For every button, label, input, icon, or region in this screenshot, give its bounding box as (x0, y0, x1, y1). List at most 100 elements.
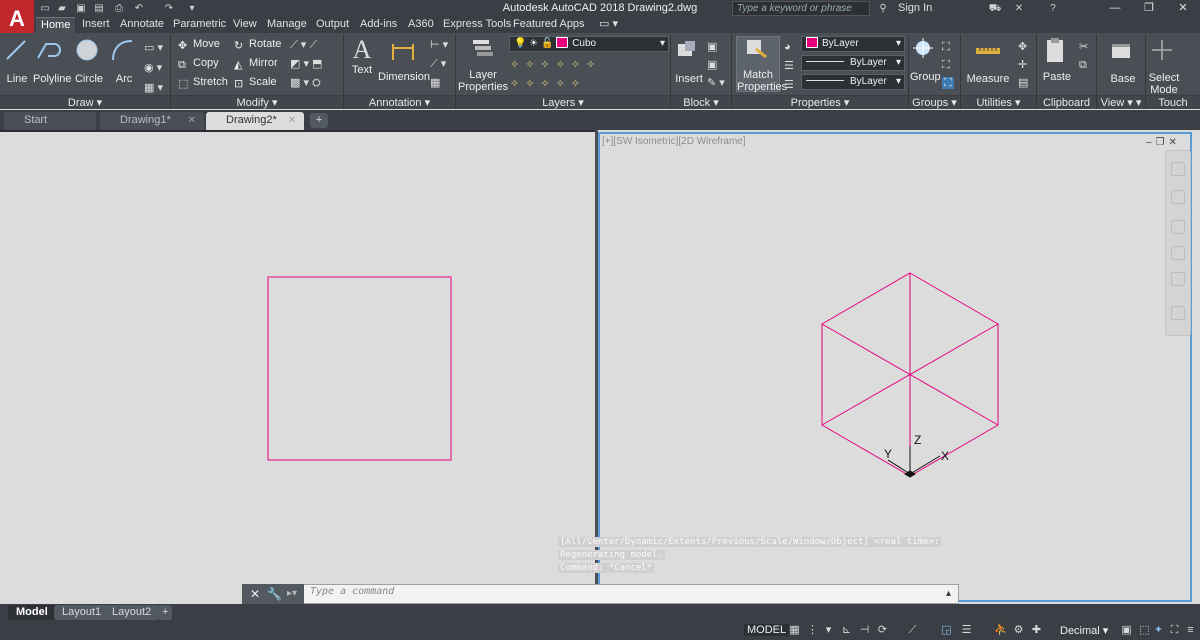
showmotion-icon[interactable] (1171, 272, 1185, 286)
select-mode-button[interactable]: Select Mode (1148, 38, 1180, 96)
close-icon[interactable]: ✕ (188, 112, 196, 129)
tab-featured-apps[interactable]: Featured Apps (508, 17, 590, 33)
save-as-icon[interactable]: ▤ (92, 2, 106, 15)
doc-tab-drawing1[interactable]: Drawing1* ✕ (100, 112, 204, 130)
customization-menu-icon[interactable]: ≡ (1184, 624, 1197, 637)
command-prompt-icon[interactable]: ▸▾ (287, 588, 297, 599)
isolate-objects-icon[interactable]: ✦ (1152, 624, 1165, 637)
tab-insert[interactable]: Insert (77, 17, 115, 33)
orbit-icon[interactable] (1171, 246, 1185, 260)
undo-icon[interactable]: ↶ (132, 2, 146, 15)
add-layout-button[interactable]: + (158, 605, 173, 620)
tab-a360[interactable]: A360 (403, 17, 439, 33)
isometric-cube[interactable] (821, 272, 999, 477)
lineweight-dropdown[interactable]: ByLayer ▾ (801, 74, 905, 90)
exchange-icon[interactable]: ✕ (1012, 2, 1026, 15)
zoom-extents-icon[interactable] (1171, 220, 1185, 234)
qat-dropdown-icon[interactable]: ▾ (185, 2, 199, 15)
navbar-menu-icon[interactable] (1171, 306, 1185, 320)
close-icon[interactable]: ✕ (250, 587, 260, 601)
panel-label-block[interactable]: Block ▾ (671, 95, 731, 109)
viewport-controls-label[interactable]: [+][SW Isometric][2D Wireframe] (602, 136, 746, 147)
mirror-button[interactable]: ◭ Mirror (234, 55, 278, 71)
group-small-tools[interactable]: ⛶ ⛶ ⛶ (942, 38, 954, 92)
group-button[interactable]: Group (910, 36, 941, 83)
object-snap-icon[interactable]: ◲ (940, 624, 953, 637)
sign-in-button[interactable]: Sign In (898, 2, 932, 14)
wrench-icon[interactable]: 🔧 (267, 587, 282, 601)
tab-view[interactable]: View (228, 17, 262, 33)
grid-icon[interactable]: ▦ (788, 624, 801, 637)
tab-manage[interactable]: Manage (262, 17, 312, 33)
binoculars-icon[interactable]: ⚲ (876, 2, 890, 15)
tab-add-ins[interactable]: Add-ins (355, 17, 402, 33)
clean-screen-icon[interactable]: ⛶ (1168, 624, 1181, 637)
clipboard-small-tools[interactable]: ✂ ⧉ (1079, 38, 1088, 74)
layout-tab-model[interactable]: Model (8, 605, 56, 620)
snap-icon[interactable]: ⋮ (806, 624, 819, 637)
polar-icon[interactable]: ⊣ (858, 624, 871, 637)
stretch-button[interactable]: ⬚ Stretch (178, 74, 228, 90)
layer-tools[interactable]: ✧✧✧✧✧✧ ✧✧✧✧✧ (510, 56, 601, 94)
match-properties-button[interactable]: Match Properties (736, 36, 787, 93)
panel-label-view[interactable]: View ▾ ▾ (1097, 95, 1145, 109)
tab-output[interactable]: Output (311, 17, 354, 33)
restore-icon[interactable]: ❐ (1132, 0, 1166, 17)
color-dropdown[interactable]: ByLayer ▾ (801, 36, 905, 52)
modify-small-tools[interactable]: ⟋ ▾ ⟋ ◩ ▾ ⬒ ▩ ▾ ⛭ (290, 36, 322, 93)
layout-tab-layout2[interactable]: Layout2 (104, 605, 160, 620)
units-dropdown[interactable]: Decimal ▾ (1060, 624, 1108, 637)
block-small-tools[interactable]: ▣ ▣ ✎ ▾ (707, 38, 725, 92)
plot-icon[interactable]: ⎙ (112, 2, 126, 15)
quick-properties-icon[interactable]: ▣ (1120, 624, 1133, 637)
save-icon[interactable]: ▣ (74, 2, 88, 15)
scale-button[interactable]: ⊡ Scale (234, 74, 277, 90)
open-file-icon[interactable]: ▰ (55, 2, 69, 15)
command-history-toggle-icon[interactable]: ▴ (946, 588, 951, 599)
panel-label-layers[interactable]: Layers ▾ (456, 95, 670, 109)
viewport-window-controls[interactable]: ‒❐✕ (1146, 137, 1181, 148)
layout-tab-layout1[interactable]: Layout1 (54, 605, 110, 620)
copy-button[interactable]: ⧉ Copy (178, 55, 219, 71)
workspace-gear-icon[interactable]: ⚙ (1012, 624, 1025, 637)
utilities-small-tools[interactable]: ✥ ✛ ▤ (1018, 38, 1028, 92)
insert-button[interactable]: Insert (674, 38, 704, 85)
square-shape[interactable] (267, 276, 452, 461)
panel-label-annotation[interactable]: Annotation ▾ (344, 95, 455, 109)
arc-button[interactable]: Arc (110, 38, 138, 85)
new-tab-button[interactable]: + (310, 113, 328, 128)
dropdown-icon[interactable]: ▾ (822, 624, 835, 637)
annotation-scale-icon[interactable]: ⛹ (994, 624, 1008, 637)
circle-button[interactable]: Circle (74, 38, 104, 85)
model-space-toggle[interactable]: MODEL (744, 624, 790, 636)
panel-label-properties[interactable]: Properties ▾ (732, 95, 908, 109)
new-file-icon[interactable]: ▭ (38, 2, 52, 15)
redo-icon[interactable]: ↷ (162, 2, 176, 15)
doc-tab-start[interactable]: Start (4, 112, 96, 130)
tab-express-tools[interactable]: Express Tools (438, 17, 516, 33)
panel-label-draw[interactable]: Draw ▾ (0, 95, 170, 109)
layer-dropdown[interactable]: 💡 ☀ 🔓 Cubo ▾ (509, 36, 669, 52)
dimension-button[interactable]: Dimension (378, 36, 430, 83)
isodraft-icon[interactable]: ⟳ (876, 624, 889, 637)
panel-label-utilities[interactable]: Utilities ▾ (961, 95, 1036, 109)
layer-properties-button[interactable]: Layer Properties (458, 36, 508, 93)
ortho-icon[interactable]: ⊾ (840, 624, 853, 637)
move-button[interactable]: ✥ Move (178, 36, 220, 52)
polyline-button[interactable]: Polyline (33, 38, 72, 85)
panel-label-groups[interactable]: Groups ▾ (909, 95, 960, 109)
object-snap-tracking-icon[interactable]: ⟋ (906, 624, 919, 637)
steering-wheel-icon[interactable] (1171, 162, 1185, 176)
help-icon[interactable]: ? (1046, 2, 1060, 15)
pan-icon[interactable] (1171, 190, 1185, 204)
close-icon[interactable]: ✕ (288, 112, 296, 129)
tab-parametric[interactable]: Parametric (168, 17, 231, 33)
base-button[interactable]: Base (1108, 38, 1138, 85)
close-icon[interactable]: ✕ (1166, 0, 1200, 17)
paste-button[interactable]: Paste (1042, 36, 1072, 83)
panel-label-modify[interactable]: Modify ▾ (171, 95, 343, 109)
minimize-icon[interactable]: — (1098, 0, 1132, 17)
tab-annotate[interactable]: Annotate (115, 17, 169, 33)
annotation-small-tools[interactable]: ⊢ ▾ ⟋ ▾ ▦ (430, 36, 448, 93)
cart-icon[interactable]: ⛟ (988, 2, 1002, 15)
